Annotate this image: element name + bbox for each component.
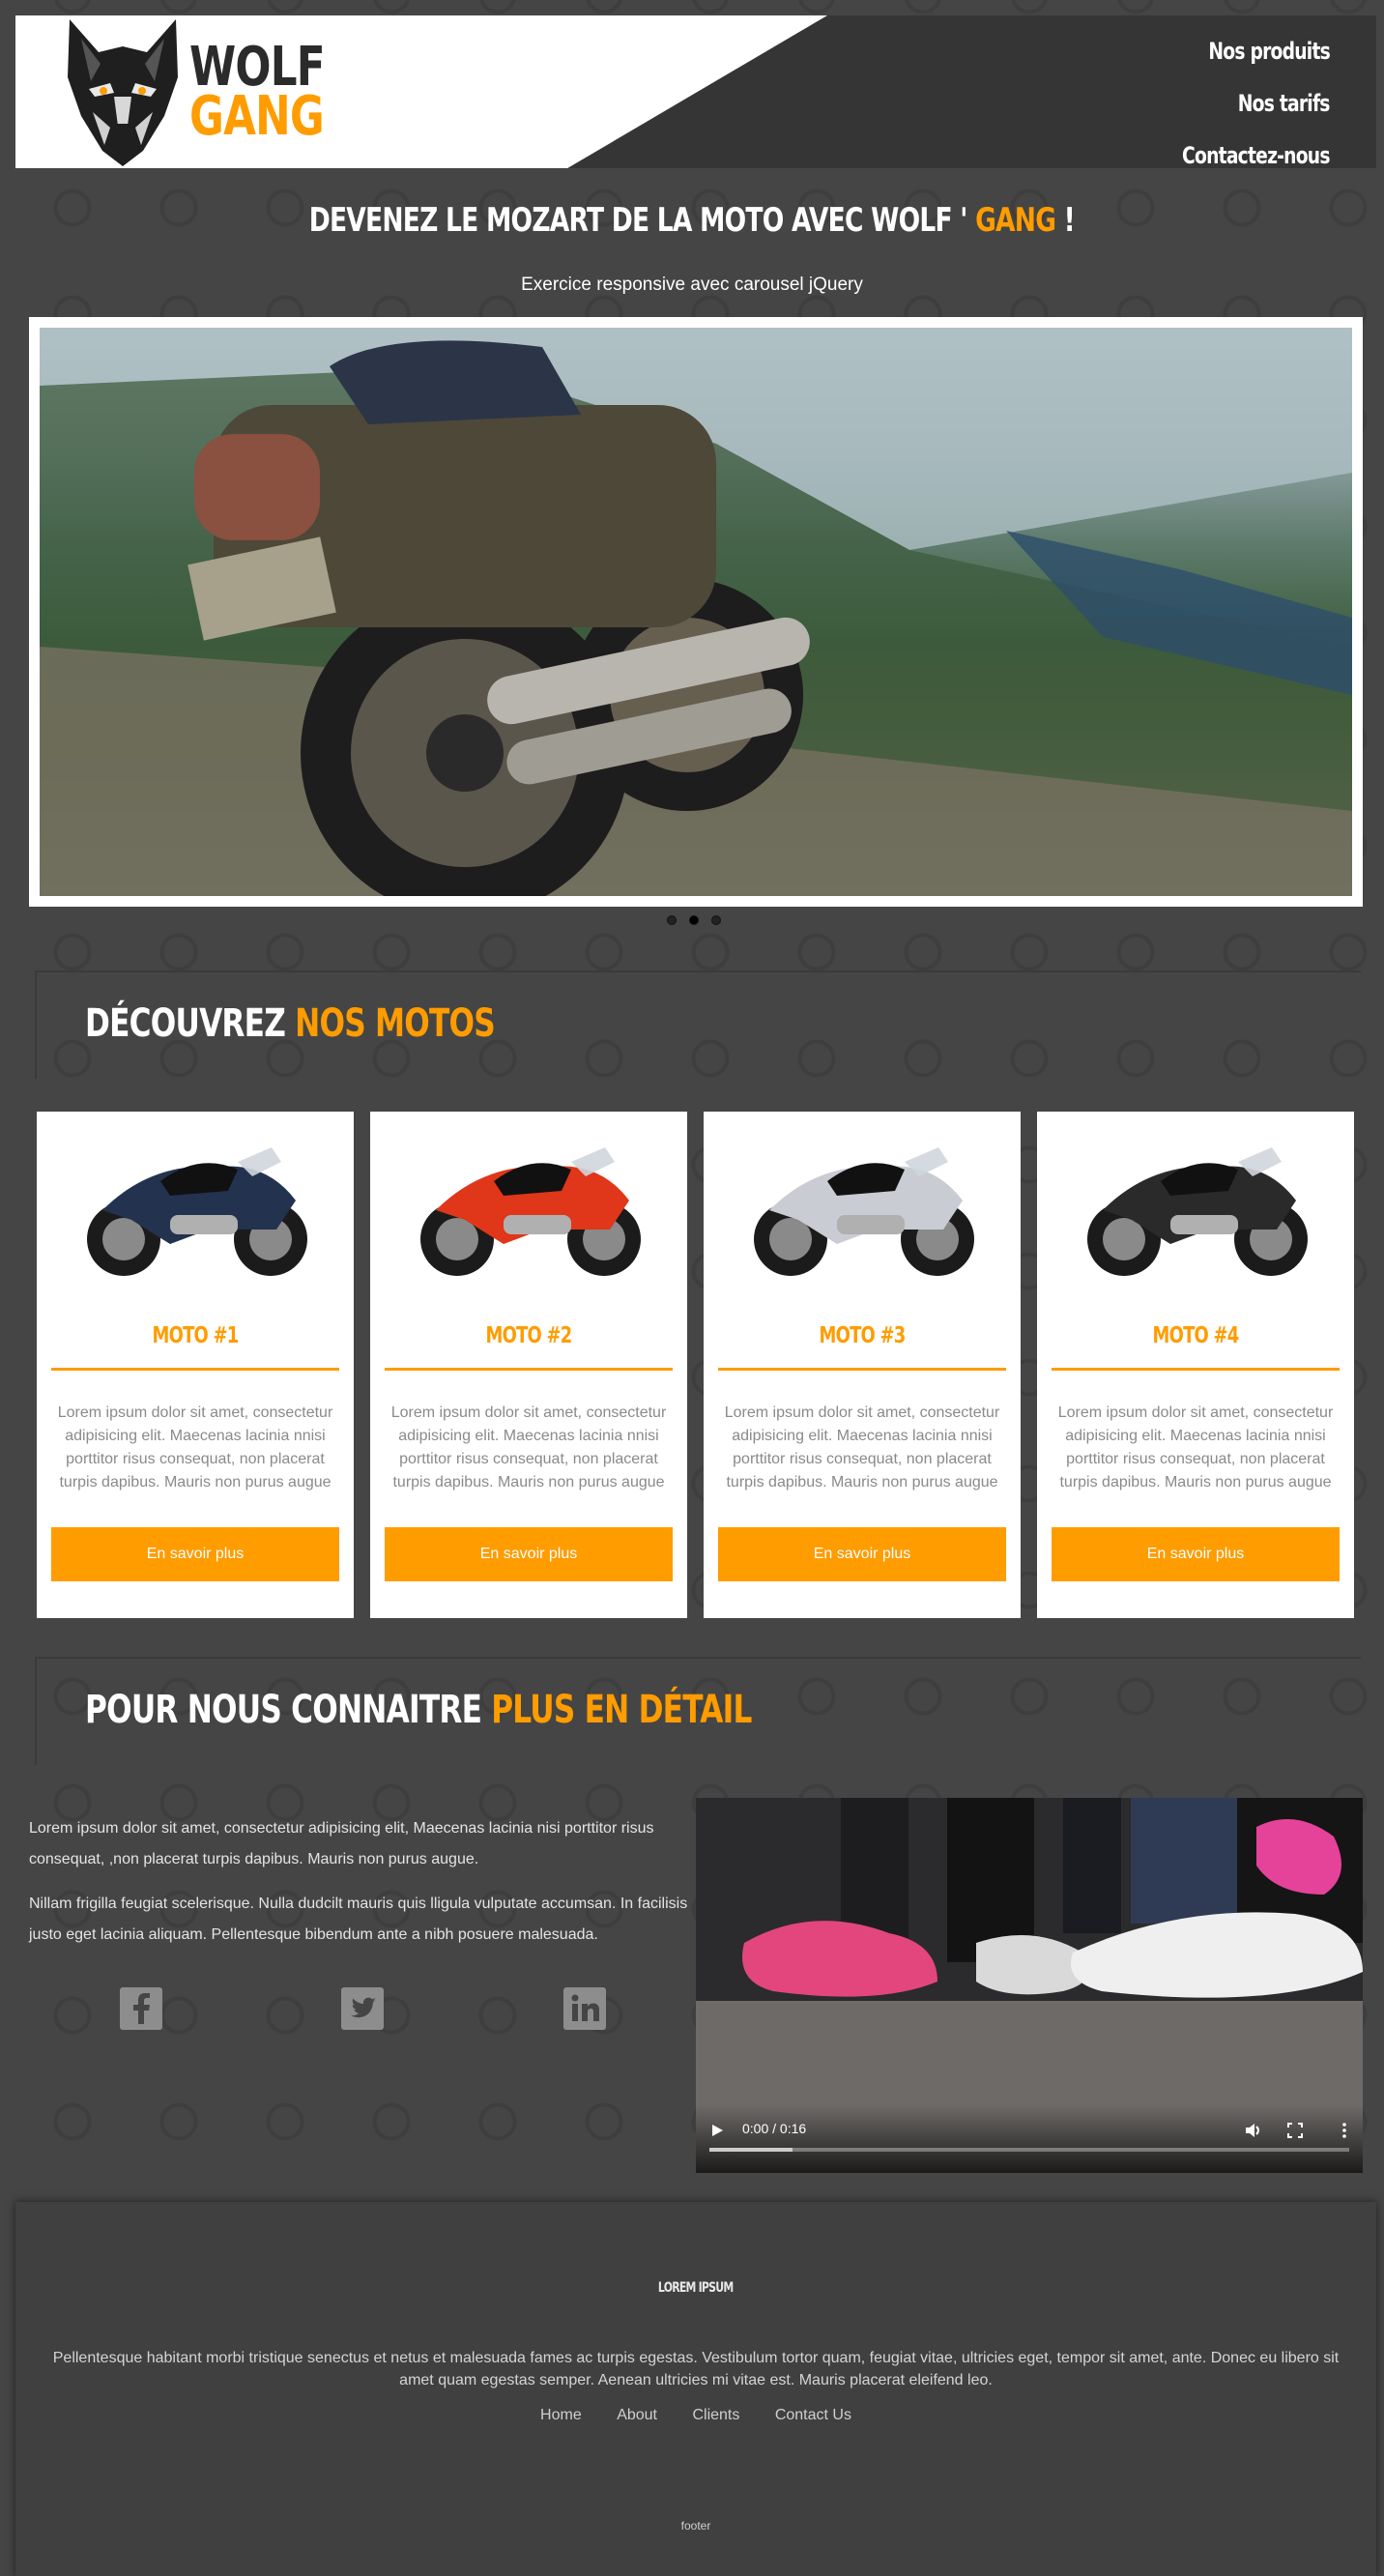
carousel-dot-2[interactable]: [689, 915, 699, 925]
motorcycle-image: [1087, 1147, 1308, 1276]
video-player[interactable]: 0:00 / 0:16: [696, 1798, 1363, 2173]
carousel-slide-motorcycle: [40, 328, 1352, 896]
carousel-dot-3[interactable]: [711, 915, 721, 925]
learn-more-button[interactable]: En savoir plus: [385, 1527, 673, 1581]
video-progress-bar[interactable]: [709, 2148, 1349, 2152]
moto-card-title: MOTO #1: [152, 1323, 240, 1348]
moto-card-divider: [385, 1368, 673, 1371]
moto-card-text: Lorem ipsum dolor sit amet, consectetur …: [57, 1404, 333, 1491]
footer-link-about[interactable]: About: [617, 2407, 657, 2423]
moto-card-divider: [718, 1368, 1006, 1371]
moto-card: MOTO #2 Lorem ipsum dolor sit amet, cons…: [370, 1112, 687, 1618]
footer-heading: LOREM IPSUM: [658, 2280, 734, 2296]
section-about-heading: POUR NOUS CONNAITRE PLUS EN DÉTAIL: [35, 1657, 1361, 1765]
moto-card-text: Lorem ipsum dolor sit amet, consectetur …: [1057, 1404, 1334, 1491]
carousel-dot-1[interactable]: [667, 915, 677, 925]
moto-card-text: Lorem ipsum dolor sit amet, consectetur …: [724, 1404, 1000, 1491]
moto-card: MOTO #3 Lorem ipsum dolor sit amet, cons…: [704, 1112, 1021, 1618]
carousel-dots: [667, 912, 734, 930]
moto-card-divider: [51, 1368, 339, 1371]
nav-item-tarifs[interactable]: Nos tarifs: [1140, 77, 1331, 130]
section-about-title: POUR NOUS CONNAITRE PLUS EN DÉTAIL: [85, 1688, 752, 1732]
footer-link-clients[interactable]: Clients: [692, 2407, 739, 2423]
fullscreen-icon[interactable]: [1287, 2123, 1303, 2138]
site-footer: LOREM IPSUM Pellentesque habitant morbi …: [15, 2202, 1376, 2576]
about-text: Lorem ipsum dolor sit amet, consectetur …: [29, 1813, 696, 1964]
about-paragraph-1: Lorem ipsum dolor sit amet, consectetur …: [29, 1820, 654, 1867]
logo-wordmark[interactable]: WOLF GANG: [189, 41, 362, 148]
video-progress-fill: [709, 2148, 793, 2152]
footer-bottom-text: footer: [680, 2519, 711, 2533]
motorcycle-photo: [40, 328, 1352, 896]
play-icon[interactable]: [709, 2123, 725, 2138]
footer-links: Home About Clients Contact Us: [15, 2407, 1376, 2424]
footer-description: Pellentesque habitant morbi tristique se…: [52, 2350, 1340, 2388]
main-nav: Nos produits Nos tarifs Contactez-nous: [1140, 25, 1330, 168]
moto-card: MOTO #1 Lorem ipsum dolor sit amet, cons…: [37, 1112, 354, 1618]
learn-more-button[interactable]: En savoir plus: [51, 1527, 339, 1581]
motorcycle-image: [754, 1147, 974, 1276]
moto-card-title: MOTO #2: [485, 1323, 573, 1348]
motorcycle-image: [420, 1147, 641, 1276]
moto-card-divider: [1052, 1368, 1340, 1371]
section-motos-heading: DÉCOUVREZ NOS MOTOS: [35, 970, 1361, 1079]
carousel[interactable]: [29, 317, 1363, 907]
moto-card-title: MOTO #4: [1152, 1323, 1240, 1348]
page-title: DEVENEZ LE MOZART DE LA MOTO AVEC WOLF '…: [308, 201, 1076, 240]
footer-link-contact[interactable]: Contact Us: [775, 2407, 851, 2423]
about-paragraph-2: Nillam frigilla feugiat scelerisque. Nul…: [29, 1896, 688, 1943]
page-subtitle: Exercice responsive avec carousel jQuery: [521, 275, 863, 295]
footer-link-home[interactable]: Home: [540, 2407, 582, 2423]
motorcycle-image: [87, 1147, 307, 1276]
site-header: WOLF GANG Nos produits Nos tarifs Contac…: [15, 15, 1376, 168]
title-highlight: GANG: [975, 201, 1056, 240]
nav-item-contact[interactable]: Contactez-nous: [1140, 130, 1330, 168]
learn-more-button[interactable]: En savoir plus: [718, 1527, 1006, 1581]
wolf-logo-icon[interactable]: [60, 19, 186, 166]
moto-card-title: MOTO #3: [819, 1323, 907, 1348]
section-motos-title: DÉCOUVREZ NOS MOTOS: [85, 1001, 496, 1046]
linkedin-icon[interactable]: [563, 1987, 606, 2030]
moto-card: MOTO #4 Lorem ipsum dolor sit amet, cons…: [1037, 1112, 1354, 1618]
learn-more-button[interactable]: En savoir plus: [1052, 1527, 1340, 1581]
volume-icon[interactable]: [1245, 2123, 1262, 2138]
twitter-icon[interactable]: [341, 1987, 384, 2030]
moto-card-text: Lorem ipsum dolor sit amet, consectetur …: [390, 1404, 667, 1491]
more-options-icon[interactable]: [1341, 2123, 1347, 2138]
logo-word-gang: GANG: [189, 85, 325, 148]
nav-item-produits[interactable]: Nos produits: [1140, 25, 1330, 77]
video-controls: 0:00 / 0:16: [696, 2105, 1363, 2173]
video-time: 0:00 / 0:16: [742, 2121, 807, 2136]
facebook-icon[interactable]: [120, 1987, 162, 2030]
